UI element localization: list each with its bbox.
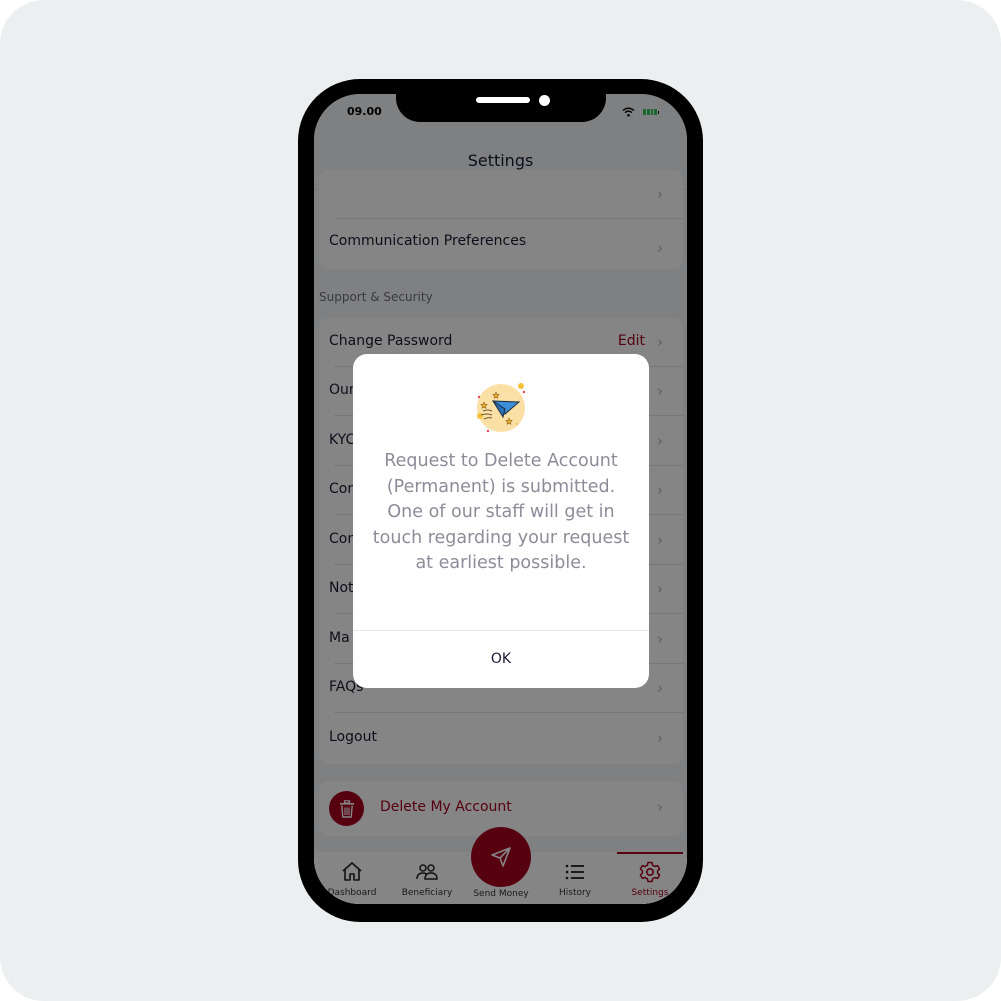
ok-button[interactable]: OK [353,631,649,688]
speaker-grille [476,97,530,103]
phone-screen: 09.00 Settings › Communication Preferenc… [314,94,687,904]
paper-plane-icon [477,383,526,433]
confirmation-dialog: Request to Delete Account (Permanent) is… [353,354,649,688]
dialog-message: Request to Delete Account (Permanent) is… [372,451,630,573]
front-camera [539,95,550,106]
